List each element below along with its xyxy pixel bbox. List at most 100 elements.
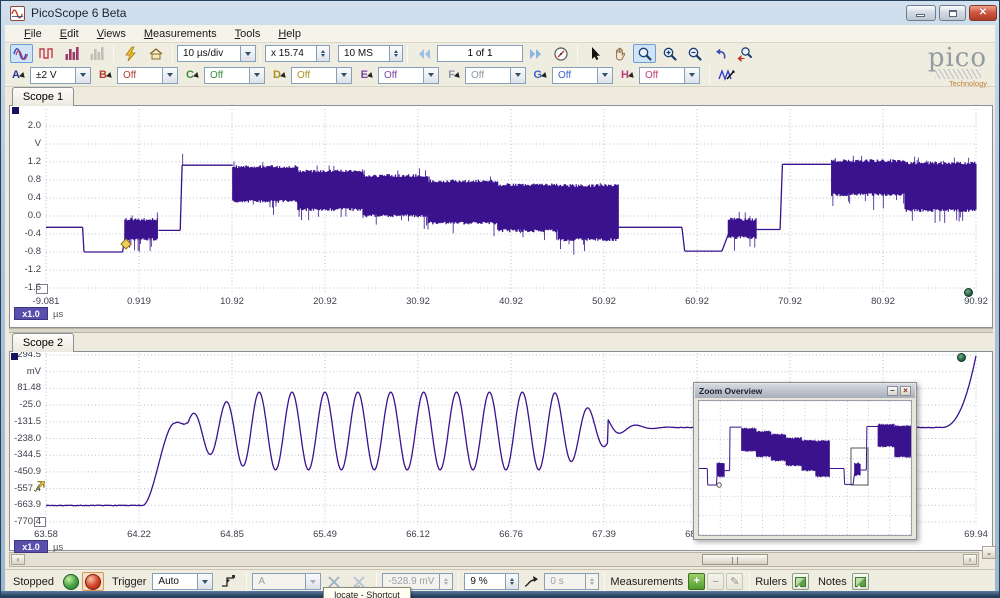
x-tick-label: 66.76 — [488, 529, 534, 540]
zoom-in-button[interactable] — [658, 44, 681, 63]
capture-state-label: Stopped — [13, 576, 54, 588]
rulers-button[interactable] — [792, 573, 809, 590]
trigger-mode-select[interactable]: Auto — [152, 573, 198, 590]
stop-button[interactable] — [82, 572, 104, 591]
zoom-factor-field[interactable]: x 15.74 — [265, 45, 317, 62]
channel-D-range-select[interactable]: Off — [291, 67, 337, 84]
trigger-edge-button[interactable] — [217, 572, 240, 591]
undo-zoom-button[interactable] — [708, 44, 731, 63]
zoom-full-button[interactable] — [733, 44, 756, 63]
scope2-trigger-axis-marker[interactable] — [34, 481, 46, 493]
channel-menu-arrow-icon[interactable] — [193, 72, 203, 82]
zoom-overview-content[interactable] — [698, 400, 912, 536]
channel-F-range-select[interactable]: Off — [465, 67, 511, 84]
channel-H-range-select[interactable]: Off — [639, 67, 685, 84]
notes-button[interactable] — [852, 573, 869, 590]
scope2-zoom-badge[interactable]: x1.0 — [14, 540, 48, 553]
trigger-time-button[interactable] — [520, 572, 543, 591]
panel-splitter[interactable] — [9, 328, 993, 333]
channel-menu-arrow-icon[interactable] — [280, 72, 290, 82]
scroll-right-icon[interactable]: › — [963, 554, 977, 565]
channel-B-range-select[interactable]: Off — [117, 67, 163, 84]
trigger-setup-button[interactable] — [119, 44, 142, 63]
tab-scope2[interactable]: Scope 2 — [12, 333, 74, 352]
channel-menu-arrow-icon[interactable] — [628, 72, 638, 82]
zoom-overview-minimize-icon[interactable]: – — [887, 386, 898, 396]
channel-C-chevron[interactable] — [250, 67, 265, 84]
channel-F-chevron[interactable] — [511, 67, 526, 84]
pointer-tool-icon — [587, 46, 603, 62]
channel-C-range-select[interactable]: Off — [204, 67, 250, 84]
menu-help[interactable]: Help — [269, 26, 310, 42]
zoom-overview-window[interactable]: Zoom Overview – × — [693, 382, 917, 540]
channel-E-range-select[interactable]: Off — [378, 67, 424, 84]
menu-edit[interactable]: Edit — [51, 26, 88, 42]
scroll-thumb[interactable] — [702, 554, 768, 565]
scope-view-button[interactable] — [10, 44, 33, 63]
channel-menu-arrow-icon[interactable] — [454, 72, 464, 82]
zoom-overview-titlebar[interactable]: Zoom Overview – × — [695, 384, 915, 398]
trigger-delay-field: 0 s — [544, 573, 586, 590]
pointer-tool-button[interactable] — [583, 44, 606, 63]
x-tick-label: 0.919 — [116, 296, 162, 307]
channel-B-chevron[interactable] — [163, 67, 178, 84]
scope2-hscrollbar[interactable]: ‹ › — [9, 552, 979, 567]
persistence-view-button[interactable] — [35, 44, 58, 63]
rulers-icon — [795, 577, 806, 587]
zoom-overview-plot[interactable] — [699, 401, 911, 535]
buffer-navigator-button[interactable] — [549, 44, 572, 63]
channel-A-chevron[interactable] — [76, 67, 91, 84]
title-bar[interactable]: PicoScope 6 Beta ✕ — [1, 1, 999, 25]
start-button[interactable] — [60, 572, 82, 591]
scroll-left-icon[interactable]: ‹ — [11, 554, 25, 565]
pretrigger-field[interactable]: 9 % — [464, 573, 506, 590]
channel-H-chevron[interactable] — [685, 67, 700, 84]
channel-menu-arrow-icon[interactable] — [19, 72, 29, 82]
app-window: PicoScope 6 Beta ✕ File Edit Views Measu… — [0, 0, 1000, 598]
next-buffer-button[interactable] — [524, 44, 547, 63]
channel-G-chevron[interactable] — [598, 67, 613, 84]
menu-file[interactable]: File — [15, 26, 51, 42]
timebase-select[interactable]: 10 µs/div — [177, 45, 241, 62]
hand-tool-button[interactable] — [608, 44, 631, 63]
minimize-button[interactable] — [906, 5, 936, 21]
menu-measurements[interactable]: Measurements — [135, 26, 226, 42]
zoom-overview-close-icon[interactable]: × — [900, 386, 911, 396]
channel-A-range-select[interactable]: ±2 V — [30, 67, 76, 84]
channel-G-range-select[interactable]: Off — [552, 67, 598, 84]
trigger-channel-select: A — [252, 573, 306, 590]
x-tick-label: 64.85 — [209, 529, 255, 540]
scope1-channel-marker[interactable] — [12, 107, 19, 114]
channel-menu-arrow-icon[interactable] — [541, 72, 551, 82]
menu-views[interactable]: Views — [88, 26, 135, 42]
trigger-mode-chevron[interactable] — [198, 573, 213, 590]
channel-D-chevron[interactable] — [337, 67, 352, 84]
zoom-out-button[interactable] — [683, 44, 706, 63]
channel-D-group: DOff — [270, 67, 357, 84]
maximize-button[interactable] — [939, 5, 966, 21]
zoom-factor-spinner[interactable] — [317, 45, 330, 62]
zoom-tool-button[interactable] — [633, 44, 656, 63]
x-tick-label: 70.92 — [767, 296, 813, 307]
pretrigger-spinner[interactable] — [506, 573, 519, 590]
close-button[interactable]: ✕ — [969, 5, 997, 21]
channel-menu-arrow-icon[interactable] — [106, 72, 116, 82]
add-measurement-button[interactable]: + — [688, 573, 705, 590]
scope2-x-unit: µs — [53, 542, 63, 553]
sample-count-field[interactable]: 10 MS — [338, 45, 390, 62]
spectrum-view-button[interactable] — [60, 44, 83, 63]
channel-menu-arrow-icon[interactable] — [367, 72, 377, 82]
sample-count-spinner[interactable] — [390, 45, 403, 62]
y-tick-label: -0.8 — [5, 246, 41, 257]
x-tick-label: 50.92 — [581, 296, 627, 307]
scope1-end-marker — [964, 288, 973, 297]
home-button[interactable] — [144, 44, 167, 63]
awg-button[interactable] — [715, 66, 738, 85]
channel-E-chevron[interactable] — [424, 67, 439, 84]
timebase-chevron[interactable] — [241, 45, 256, 62]
scope1-zoom-badge[interactable]: x1.0 — [14, 307, 48, 320]
menu-tools[interactable]: Tools — [226, 26, 270, 42]
scope1-plot[interactable] — [9, 105, 993, 327]
trigger-level-spinner — [440, 573, 453, 590]
tab-scope1[interactable]: Scope 1 — [12, 87, 74, 106]
